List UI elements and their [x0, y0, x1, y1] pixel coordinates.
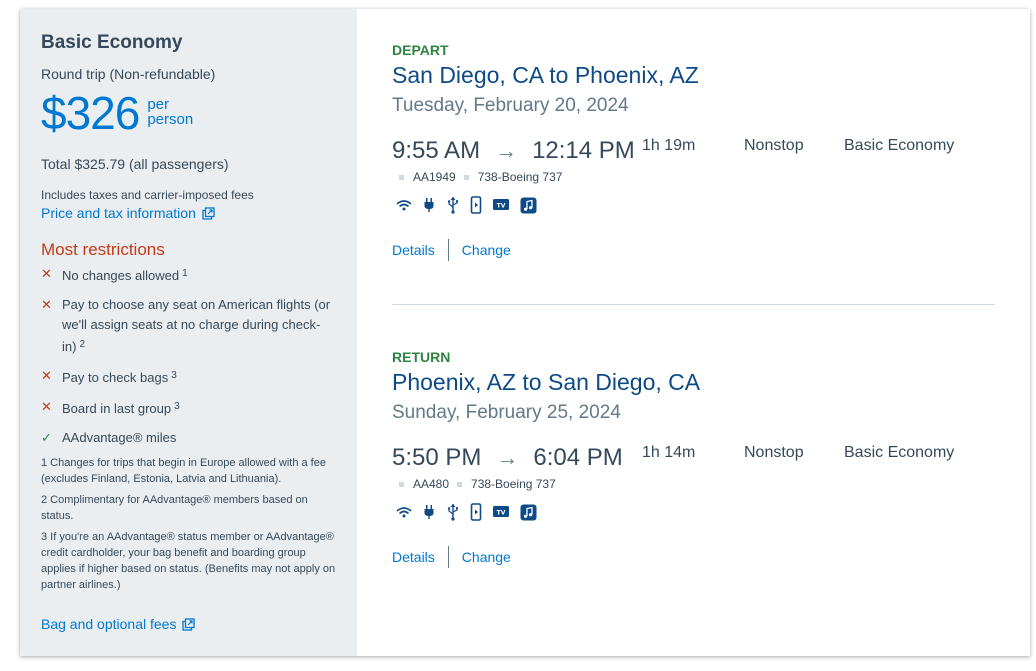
- departure-time: 9:55 AM: [392, 137, 481, 164]
- travel-date: Tuesday, February 20, 2024: [392, 95, 629, 116]
- change-link[interactable]: Change: [462, 242, 511, 258]
- svg-text:TV: TV: [497, 202, 506, 209]
- x-icon: ✕: [41, 266, 52, 281]
- depart-leg: DEPART San Diego, CA to Phoenix, AZ Tues…: [392, 42, 995, 261]
- per-person-label: per person: [147, 97, 193, 127]
- music-icon: [520, 197, 537, 213]
- restriction-text: No changes allowed: [62, 268, 180, 283]
- times-row: 5:50 PM → 6:04 PM 1h 14m Nonstop Basic E…: [392, 444, 995, 474]
- taxes-note: Includes taxes and carrier-imposed fees: [41, 188, 254, 202]
- route: Phoenix, AZ to San Diego, CA: [392, 369, 701, 395]
- amenities: TV: [396, 196, 995, 214]
- arrow-right-icon: →: [496, 445, 519, 470]
- flight-info: AA1949 738-Boeing 737: [399, 170, 995, 184]
- price-tax-info-link[interactable]: Price and tax information: [41, 205, 215, 221]
- usb-icon: [447, 197, 458, 214]
- fare-sidebar: Basic Economy Round trip (Non-refundable…: [20, 9, 357, 656]
- aircraft: 738-Boeing 737: [471, 477, 556, 491]
- tv-icon: TV: [493, 506, 509, 517]
- external-link-icon: [202, 206, 215, 220]
- duration: 1h 19m: [642, 137, 696, 154]
- leg-label: DEPART: [392, 42, 449, 58]
- arrival-time: 6:04 PM: [533, 444, 623, 471]
- itinerary-panel: DEPART San Diego, CA to Phoenix, AZ Tues…: [357, 9, 1030, 656]
- divider: [447, 239, 449, 261]
- bullet-icon: [463, 174, 469, 180]
- music-icon: [520, 504, 537, 520]
- leg-actions: Details Change: [392, 239, 995, 261]
- footnote-ref: 3: [174, 401, 180, 412]
- travel-date: Sunday, February 25, 2024: [392, 402, 621, 423]
- restriction-item: ✕ Pay to choose any seat on American fli…: [41, 295, 337, 357]
- bullet-icon: [457, 481, 463, 487]
- details-link[interactable]: Details: [392, 549, 435, 565]
- stops: Nonstop: [744, 444, 804, 461]
- footnotes: 1 Changes for trips that begin in Europe…: [41, 455, 337, 593]
- restrictions-list: ✕ No changes allowed 1 ✕ Pay to choose an…: [41, 264, 337, 448]
- cabin: Basic Economy: [844, 137, 955, 154]
- bullet-icon: [399, 174, 404, 180]
- arrival-time: 12:14 PM: [532, 137, 635, 164]
- leg-label: RETURN: [392, 349, 451, 365]
- x-icon: ✕: [41, 297, 52, 312]
- restriction-item: ✓ AAdvantage® miles: [41, 428, 337, 448]
- tv-icon: TV: [493, 199, 509, 210]
- footnote-3: 3 If you're an AAdvantage® status member…: [41, 531, 336, 591]
- footnote-2: 2 Complimentary for AAdvantage® members …: [41, 494, 308, 522]
- bag-optional-fees-link[interactable]: Bag and optional fees: [41, 616, 196, 632]
- phone-entertainment-icon: [470, 503, 482, 521]
- fare-name: Basic Economy: [41, 32, 183, 53]
- flight-number: AA1949: [413, 170, 456, 184]
- restriction-text: Pay to choose any seat on American fligh…: [62, 297, 331, 354]
- fare-summary-card: Basic Economy Round trip (Non-refundable…: [20, 9, 1030, 656]
- arrow-right-icon: →: [495, 138, 518, 163]
- return-leg: RETURN Phoenix, AZ to San Diego, CA Sund…: [392, 349, 995, 568]
- x-icon: ✕: [41, 368, 52, 383]
- power-outlet-icon: [424, 198, 434, 212]
- wifi-icon: [396, 200, 412, 211]
- price-tax-info-label: Price and tax information: [41, 205, 196, 221]
- change-link[interactable]: Change: [462, 549, 511, 565]
- footnote-ref: 2: [79, 339, 86, 350]
- cabin: Basic Economy: [844, 444, 955, 461]
- footnote-ref: 1: [182, 268, 188, 279]
- restriction-text: Pay to check bags: [62, 370, 169, 385]
- restriction-item: ✕ No changes allowed 1: [41, 264, 337, 286]
- power-outlet-icon: [424, 505, 434, 519]
- leg-actions: Details Change: [392, 546, 995, 568]
- route: San Diego, CA to Phoenix, AZ: [392, 62, 699, 88]
- trip-type: Round trip (Non-refundable): [41, 66, 216, 82]
- restriction-text: Board in last group: [62, 401, 172, 416]
- usb-icon: [447, 504, 458, 521]
- x-icon: ✕: [41, 399, 52, 414]
- leg-divider: [392, 304, 995, 305]
- price: $326: [41, 87, 140, 139]
- external-link-icon: [182, 617, 196, 631]
- restriction-text: AAdvantage® miles: [62, 430, 177, 445]
- total-price: Total $325.79 (all passengers): [41, 156, 229, 172]
- restrictions-title: Most restrictions: [41, 240, 165, 259]
- bullet-icon: [399, 481, 404, 487]
- restriction-item: ✕ Board in last group 3: [41, 397, 337, 419]
- flight-info: AA480 738-Boeing 737: [399, 477, 995, 491]
- times-row: 9:55 AM → 12:14 PM 1h 19m Nonstop Basic …: [392, 137, 995, 167]
- phone-entertainment-icon: [470, 196, 482, 214]
- restriction-item: ✕ Pay to check bags 3: [41, 366, 337, 388]
- svg-text:TV: TV: [497, 509, 506, 516]
- wifi-icon: [396, 507, 412, 518]
- flight-number: AA480: [413, 477, 450, 491]
- aircraft: 738-Boeing 737: [477, 170, 563, 184]
- details-link[interactable]: Details: [392, 242, 435, 258]
- stops: Nonstop: [744, 137, 804, 154]
- departure-time: 5:50 PM: [392, 444, 482, 471]
- duration: 1h 14m: [642, 444, 696, 461]
- price-row: $326 per person: [41, 88, 337, 138]
- footnote-ref: 3: [171, 370, 177, 381]
- per-label-line2: person: [147, 111, 194, 128]
- amenities: TV: [396, 503, 995, 521]
- checkmark-icon: ✓: [41, 430, 52, 445]
- divider: [447, 546, 449, 568]
- bag-optional-fees-label: Bag and optional fees: [41, 616, 177, 632]
- footnote-1: 1 Changes for trips that begin in Europe…: [41, 457, 326, 485]
